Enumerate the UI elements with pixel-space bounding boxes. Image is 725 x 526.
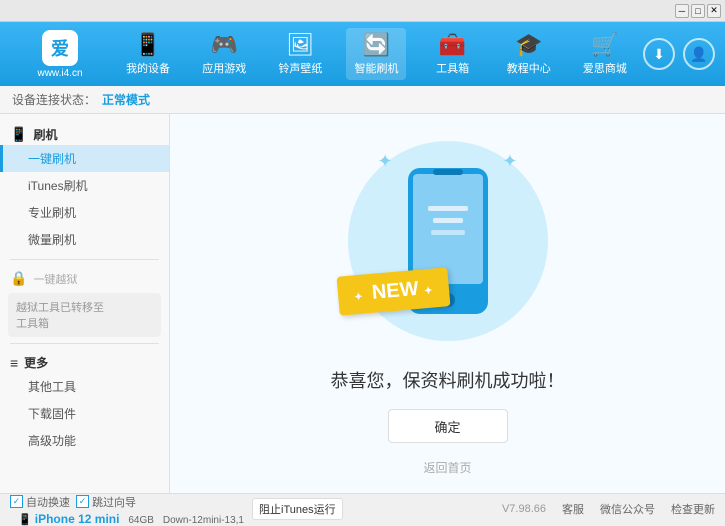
confirm-button[interactable]: 确定 (388, 409, 508, 443)
flash-section-icon: 📱 (10, 126, 27, 143)
content-area: ✦ ✦ NEW 恭喜您，保资料刷机成功啦！ 确定 返回首页 (170, 114, 725, 493)
device-info: 📱 iPhone 12 mini 64GB Down-12mini-13,1 (18, 512, 244, 526)
status-label: 设备连接状态： (12, 91, 96, 108)
sidebar-other-tools[interactable]: 其他工具 (0, 373, 169, 400)
status-value: 正常模式 (102, 91, 150, 108)
auto-flash-checkbox[interactable]: ✓ 自动换速 (10, 494, 70, 510)
sidebar-micro-flash[interactable]: 微量刷机 (0, 226, 169, 253)
phone-circle: ✦ ✦ NEW (348, 141, 548, 341)
bottom-top-row: ✓ 自动换速 ✓ 跳过向导 (10, 492, 244, 512)
phone-illustration: ✦ ✦ NEW (338, 131, 558, 351)
more-section-title: 更多 (24, 354, 48, 371)
minimize-button[interactable]: ─ (675, 4, 689, 18)
logo-subtitle: www.i4.cn (37, 68, 82, 79)
device-firmware-val: Down-12mini-13,1 (163, 515, 244, 526)
nav-smart-flash[interactable]: 🔄 智能刷机 (346, 28, 406, 80)
jailbreak-section-title: 一键越狱 (33, 271, 77, 287)
check-update-link[interactable]: 检查更新 (671, 501, 715, 517)
jailbreak-note-text: 越狱工具已转移至工具箱 (16, 302, 104, 330)
new-badge-text: NEW (371, 278, 419, 304)
nav-toolbox[interactable]: 🧰 工具箱 (423, 28, 483, 80)
nav-right: ⬇ 👤 (643, 38, 715, 70)
maximize-button[interactable]: □ (691, 4, 705, 18)
nav-toolbox-label: 工具箱 (436, 60, 469, 76)
sparkle-left-icon: ✦ (378, 151, 393, 172)
logo-icon: 爱 (42, 30, 78, 66)
bottom-bar: ✓ 自动换速 ✓ 跳过向导 📱 iPhone 12 mini 64GB Down… (0, 493, 725, 523)
sidebar-more-header: ≡ 更多 (0, 350, 169, 373)
stop-itunes-button[interactable]: 阻止iTunes运行 (252, 498, 343, 520)
sidebar-advanced[interactable]: 高级功能 (0, 427, 169, 454)
jailbreak-note: 越狱工具已转移至工具箱 (8, 293, 161, 337)
nav-my-device[interactable]: 📱 我的设备 (118, 28, 178, 80)
success-text: 恭喜您，保资料刷机成功啦！ (331, 367, 565, 393)
nav-smart-flash-label: 智能刷机 (354, 60, 398, 76)
device-storage-val: 64GB (128, 515, 154, 526)
nav-tutorials[interactable]: 🎓 教程中心 (499, 28, 559, 80)
skip-wizard-label: 跳过向导 (92, 494, 136, 510)
sidebar-divider-1 (10, 259, 159, 260)
download-button[interactable]: ⬇ (643, 38, 675, 70)
tutorials-icon: 🎓 (515, 32, 542, 58)
nav-tutorials-label: 教程中心 (507, 60, 551, 76)
nav-my-device-label: 我的设备 (126, 60, 170, 76)
sidebar-jailbreak-header: 🔒 一键越狱 (0, 266, 169, 289)
nav-apps-label: 应用游戏 (202, 60, 246, 76)
device-icon: 📱 (134, 32, 161, 58)
sidebar-itunes-flash[interactable]: iTunes刷机 (0, 172, 169, 199)
bottom-left: ✓ 自动换速 ✓ 跳过向导 📱 iPhone 12 mini 64GB Down… (10, 492, 502, 526)
more-section-icon: ≡ (10, 355, 18, 371)
sidebar-one-click-flash[interactable]: 一键刷机 (0, 145, 169, 172)
lock-icon: 🔒 (10, 270, 27, 287)
wallpaper-icon: 🖼 (286, 32, 314, 58)
device-firmware (157, 515, 160, 526)
close-button[interactable]: ✕ (707, 4, 721, 18)
wechat-link[interactable]: 微信公众号 (600, 501, 655, 517)
main-area: 📱 刷机 一键刷机 iTunes刷机 专业刷机 微量刷机 🔒 一键越狱 越狱工具… (0, 114, 725, 493)
nav-wallpaper-label: 铃声壁纸 (278, 60, 322, 76)
skip-wizard-check-box[interactable]: ✓ (76, 495, 89, 508)
sidebar-download-fw[interactable]: 下载固件 (0, 400, 169, 427)
nav-apps[interactable]: 🎮 应用游戏 (194, 28, 254, 80)
nav-items: 📱 我的设备 🎮 应用游戏 🖼 铃声壁纸 🔄 智能刷机 🧰 工具箱 🎓 教程中心… (110, 28, 643, 80)
skip-wizard-checkbox[interactable]: ✓ 跳过向导 (76, 494, 136, 510)
flash-section-title: 刷机 (33, 126, 57, 143)
logo: 爱 www.i4.cn (10, 30, 110, 79)
apps-icon: 🎮 (211, 32, 238, 58)
version-text: V7.98.66 (502, 503, 546, 515)
sidebar: 📱 刷机 一键刷机 iTunes刷机 专业刷机 微量刷机 🔒 一键越狱 越狱工具… (0, 114, 170, 493)
toolbox-icon: 🧰 (439, 32, 466, 58)
auto-flash-label: 自动换速 (26, 494, 70, 510)
device-icon-small: 📱 (18, 514, 35, 526)
sidebar-pro-flash[interactable]: 专业刷机 (0, 199, 169, 226)
smart-flash-icon: 🔄 (363, 32, 390, 58)
nav-store-label: 爱思商城 (583, 60, 627, 76)
user-button[interactable]: 👤 (683, 38, 715, 70)
nav-store[interactable]: 🛒 爱思商城 (575, 28, 635, 80)
device-name: iPhone 12 mini (35, 512, 120, 526)
top-nav: 爱 www.i4.cn 📱 我的设备 🎮 应用游戏 🖼 铃声壁纸 🔄 智能刷机 … (0, 22, 725, 86)
nav-wallpaper[interactable]: 🖼 铃声壁纸 (270, 28, 330, 80)
device-storage (123, 515, 126, 526)
sidebar-divider-2 (10, 343, 159, 344)
sparkle-right-icon: ✦ (502, 151, 517, 172)
sidebar-flash-header: 📱 刷机 (0, 122, 169, 145)
title-bar: ─ □ ✕ (0, 0, 725, 22)
store-icon: 🛒 (591, 32, 618, 58)
customer-service-link[interactable]: 客服 (562, 501, 584, 517)
bottom-status: V7.98.66 客服 微信公众号 检查更新 (502, 501, 715, 517)
back-link[interactable]: 返回首页 (423, 459, 471, 476)
auto-flash-check-box[interactable]: ✓ (10, 495, 23, 508)
bottom-left-main: ✓ 自动换速 ✓ 跳过向导 📱 iPhone 12 mini 64GB Down… (10, 492, 244, 526)
status-bar: 设备连接状态： 正常模式 (0, 86, 725, 114)
